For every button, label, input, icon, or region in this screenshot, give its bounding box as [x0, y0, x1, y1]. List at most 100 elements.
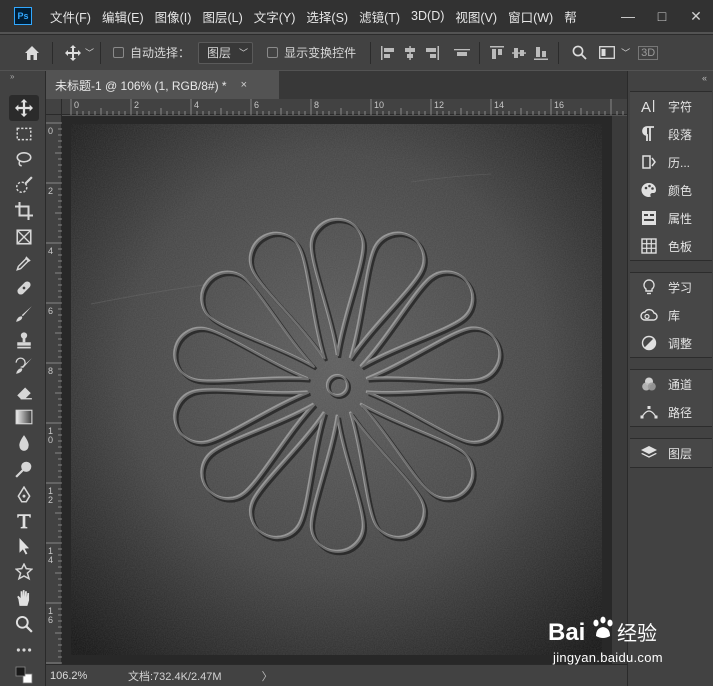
ruler-label: 1 0: [48, 426, 54, 445]
zoom-icon[interactable]: [9, 611, 39, 637]
character-icon: A: [640, 97, 658, 115]
chevron-down-icon[interactable]: ﹀: [85, 46, 94, 59]
color-palette-icon: [640, 181, 658, 199]
panel-color[interactable]: 颜色: [630, 176, 712, 204]
menu-help[interactable]: 帮: [560, 7, 584, 26]
gradient-icon[interactable]: [9, 405, 39, 431]
align-middle-icon[interactable]: [508, 42, 530, 64]
panel-properties[interactable]: 属性: [630, 204, 712, 232]
menu-layer[interactable]: 图层(L): [198, 7, 249, 26]
zoom-level-field[interactable]: 106.2%: [46, 666, 98, 686]
panel-label: 属性: [668, 211, 693, 226]
home-icon[interactable]: [18, 39, 46, 67]
menu-edit[interactable]: 编辑(E): [98, 7, 151, 26]
move-tool-preset-icon[interactable]: [59, 39, 87, 67]
color-swatches-icon[interactable]: [9, 663, 39, 686]
more-tools-icon[interactable]: [9, 637, 39, 663]
ruler-label: 12: [434, 100, 445, 110]
ruler-label: 1 6: [48, 606, 54, 625]
panel-dock: « A 字符 段落 历... 颜色 属性 色板 学习 库 调整 通道 路径 图层: [627, 71, 713, 686]
menu-filter[interactable]: 滤镜(T): [355, 7, 407, 26]
move-tool-icon[interactable]: [9, 95, 39, 121]
collapse-toolbar-icon[interactable]: »: [0, 71, 45, 83]
close-button[interactable]: ✕: [679, 0, 713, 32]
custom-shape-icon[interactable]: [9, 559, 39, 585]
status-menu-arrow-icon[interactable]: 〉: [262, 668, 273, 684]
panel-learn[interactable]: 学习: [630, 273, 712, 301]
workspace-icon[interactable]: [593, 39, 621, 67]
eyedropper-icon[interactable]: [9, 250, 39, 276]
horizontal-ruler[interactable]: 0 2 4 6 8 10 12 14 16: [62, 99, 627, 115]
panel-libraries[interactable]: 库: [630, 301, 712, 329]
menu-3d[interactable]: 3D(D): [407, 9, 451, 23]
path-selection-icon[interactable]: [9, 534, 39, 560]
crop-icon[interactable]: [9, 198, 39, 224]
adjustments-icon: [640, 334, 658, 352]
3d-mode-label[interactable]: 3D: [638, 45, 659, 60]
align-top-icon[interactable]: [486, 42, 508, 64]
menu-view[interactable]: 视图(V): [451, 7, 504, 26]
panel-channels[interactable]: 通道: [630, 370, 712, 398]
minimize-button[interactable]: —: [611, 0, 645, 32]
quick-selection-icon[interactable]: [9, 172, 39, 198]
collapse-panels-icon[interactable]: «: [702, 73, 707, 83]
type-icon[interactable]: [9, 508, 39, 534]
eraser-icon[interactable]: [9, 379, 39, 405]
menu-image[interactable]: 图像(I): [151, 7, 199, 26]
lasso-icon[interactable]: [9, 147, 39, 173]
blur-icon[interactable]: [9, 430, 39, 456]
panel-paths[interactable]: 路径: [630, 398, 712, 426]
panel-history[interactable]: 历...: [630, 148, 712, 176]
ruler-label: 14: [494, 100, 505, 110]
close-tab-icon[interactable]: ×: [241, 79, 247, 91]
panel-swatches[interactable]: 色板: [630, 232, 712, 260]
menu-select[interactable]: 选择(S): [302, 7, 355, 26]
auto-select-target-dropdown[interactable]: 图层 ﹀: [198, 41, 254, 64]
hand-icon[interactable]: [9, 585, 39, 611]
history-brush-icon[interactable]: [9, 353, 39, 379]
menu-window[interactable]: 窗口(W): [504, 7, 560, 26]
ruler-label: 1 2: [48, 486, 54, 505]
lightbulb-icon: [640, 278, 658, 296]
align-right-icon[interactable]: [421, 42, 443, 64]
panel-label: 字符: [668, 99, 693, 114]
healing-brush-icon[interactable]: [9, 276, 39, 302]
panel-layers[interactable]: 图层: [630, 439, 712, 467]
panel-character[interactable]: A 字符: [630, 92, 712, 120]
clone-stamp-icon[interactable]: [9, 327, 39, 353]
vertical-ruler[interactable]: 0 2 4 6 8 1 0 1 2 1 4 1 6: [46, 115, 62, 664]
distribute-vertical-icon[interactable]: [451, 42, 473, 64]
layers-icon: [640, 444, 658, 462]
history-icon: [640, 153, 658, 171]
frame-icon[interactable]: [9, 224, 39, 250]
chevron-down-icon[interactable]: ﹀: [621, 46, 630, 59]
align-bottom-icon[interactable]: [530, 42, 552, 64]
menu-file[interactable]: 文件(F): [46, 7, 98, 26]
panel-label: 库: [668, 308, 681, 323]
ruler-corner: [46, 99, 62, 115]
document-tab[interactable]: 未标题-1 @ 106% (1, RGB/8#) * ×: [47, 71, 279, 99]
brush-icon[interactable]: [9, 301, 39, 327]
ruler-label: 4: [194, 100, 200, 110]
dodge-icon[interactable]: [9, 456, 39, 482]
pen-icon[interactable]: [9, 482, 39, 508]
show-transform-checkbox[interactable]: [267, 47, 279, 58]
document-canvas[interactable]: [71, 124, 602, 655]
auto-select-target-value: 图层: [207, 46, 232, 60]
align-center-icon[interactable]: [399, 42, 421, 64]
baidu-logo: Bai 经验: [548, 616, 657, 646]
search-icon[interactable]: [565, 39, 593, 67]
canvas-workspace[interactable]: [62, 116, 627, 664]
vertical-scrollbar[interactable]: [612, 116, 627, 664]
maximize-button[interactable]: □: [645, 0, 679, 32]
svg-text:A: A: [641, 99, 651, 114]
auto-select-checkbox[interactable]: [113, 47, 125, 58]
paragraph-icon: [640, 125, 658, 143]
menu-type[interactable]: 文字(Y): [250, 7, 303, 26]
panel-adjustments[interactable]: 调整: [630, 329, 712, 357]
align-left-icon[interactable]: [377, 42, 399, 64]
rectangular-marquee-icon[interactable]: [9, 121, 39, 147]
panel-paragraph[interactable]: 段落: [630, 120, 712, 148]
ruler-label: 1 4: [48, 546, 54, 565]
document-size-info[interactable]: 文档:732.4K/2.47M: [128, 668, 222, 684]
